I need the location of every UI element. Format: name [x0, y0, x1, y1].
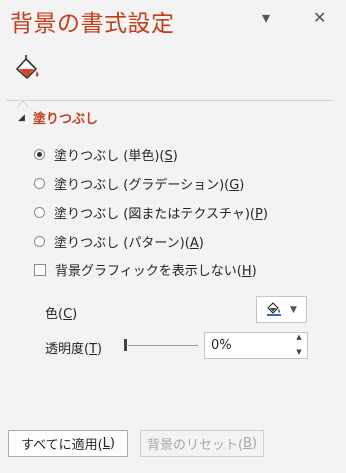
radio-button[interactable]	[34, 178, 45, 189]
fill-section-title: 塗りつぶし	[32, 112, 99, 127]
transparency-value[interactable]: 0%	[211, 338, 232, 353]
radio-pattern-fill[interactable]: 塗りつぶし (パターン)(A)	[34, 232, 204, 251]
option-label: 塗りつぶし (単色)(S)	[54, 149, 178, 164]
transparency-slider-track[interactable]	[128, 345, 198, 346]
fill-section-header[interactable]: ◢ 塗りつぶし	[18, 108, 98, 127]
reset-background-button[interactable]: 背景のリセット(B)	[140, 430, 264, 457]
radio-button[interactable]	[34, 207, 45, 218]
transparency-slider-thumb[interactable]	[124, 339, 127, 351]
collapse-triangle-icon[interactable]: ◢	[18, 113, 25, 123]
chevron-down-icon[interactable]: ▾	[262, 10, 270, 26]
radio-picture-texture-fill[interactable]: 塗りつぶし (図またはテクスチャ)(P)	[34, 203, 268, 222]
tab-indicator	[16, 93, 30, 109]
checkbox-label: 背景グラフィックを表示しない(H)	[55, 264, 257, 279]
pane-title: 背景の書式設定	[10, 11, 175, 37]
option-label: 塗りつぶし (グラデーション)(G)	[54, 178, 245, 193]
option-label: 塗りつぶし (図またはテクスチャ)(P)	[54, 207, 268, 222]
radio-button[interactable]	[34, 149, 45, 160]
color-picker-button[interactable]: ▼	[256, 296, 307, 323]
spin-down-icon[interactable]: ▼	[296, 349, 301, 356]
transparency-label: 透明度(T)	[45, 342, 103, 357]
color-label: 色(C)	[45, 307, 78, 322]
radio-gradient-fill[interactable]: 塗りつぶし (グラデーション)(G)	[34, 174, 244, 193]
checkbox[interactable]	[34, 263, 46, 276]
spin-up-icon[interactable]: ▲	[296, 334, 301, 341]
close-icon[interactable]: ✕	[313, 10, 326, 26]
option-label: 塗りつぶし (パターン)(A)	[54, 236, 204, 251]
paint-bucket-icon[interactable]	[12, 52, 44, 84]
chevron-down-icon: ▼	[290, 304, 297, 315]
apply-to-all-button[interactable]: すべてに適用(L)	[8, 430, 128, 457]
hide-background-graphics-checkbox[interactable]: 背景グラフィックを表示しない(H)	[34, 260, 257, 279]
spin-arrows[interactable]: ▲ ▼	[293, 334, 305, 356]
paint-bucket-icon	[266, 300, 284, 320]
tab-separator	[6, 100, 333, 101]
radio-solid-fill[interactable]: 塗りつぶし (単色)(S)	[34, 145, 178, 164]
radio-button[interactable]	[34, 236, 45, 247]
